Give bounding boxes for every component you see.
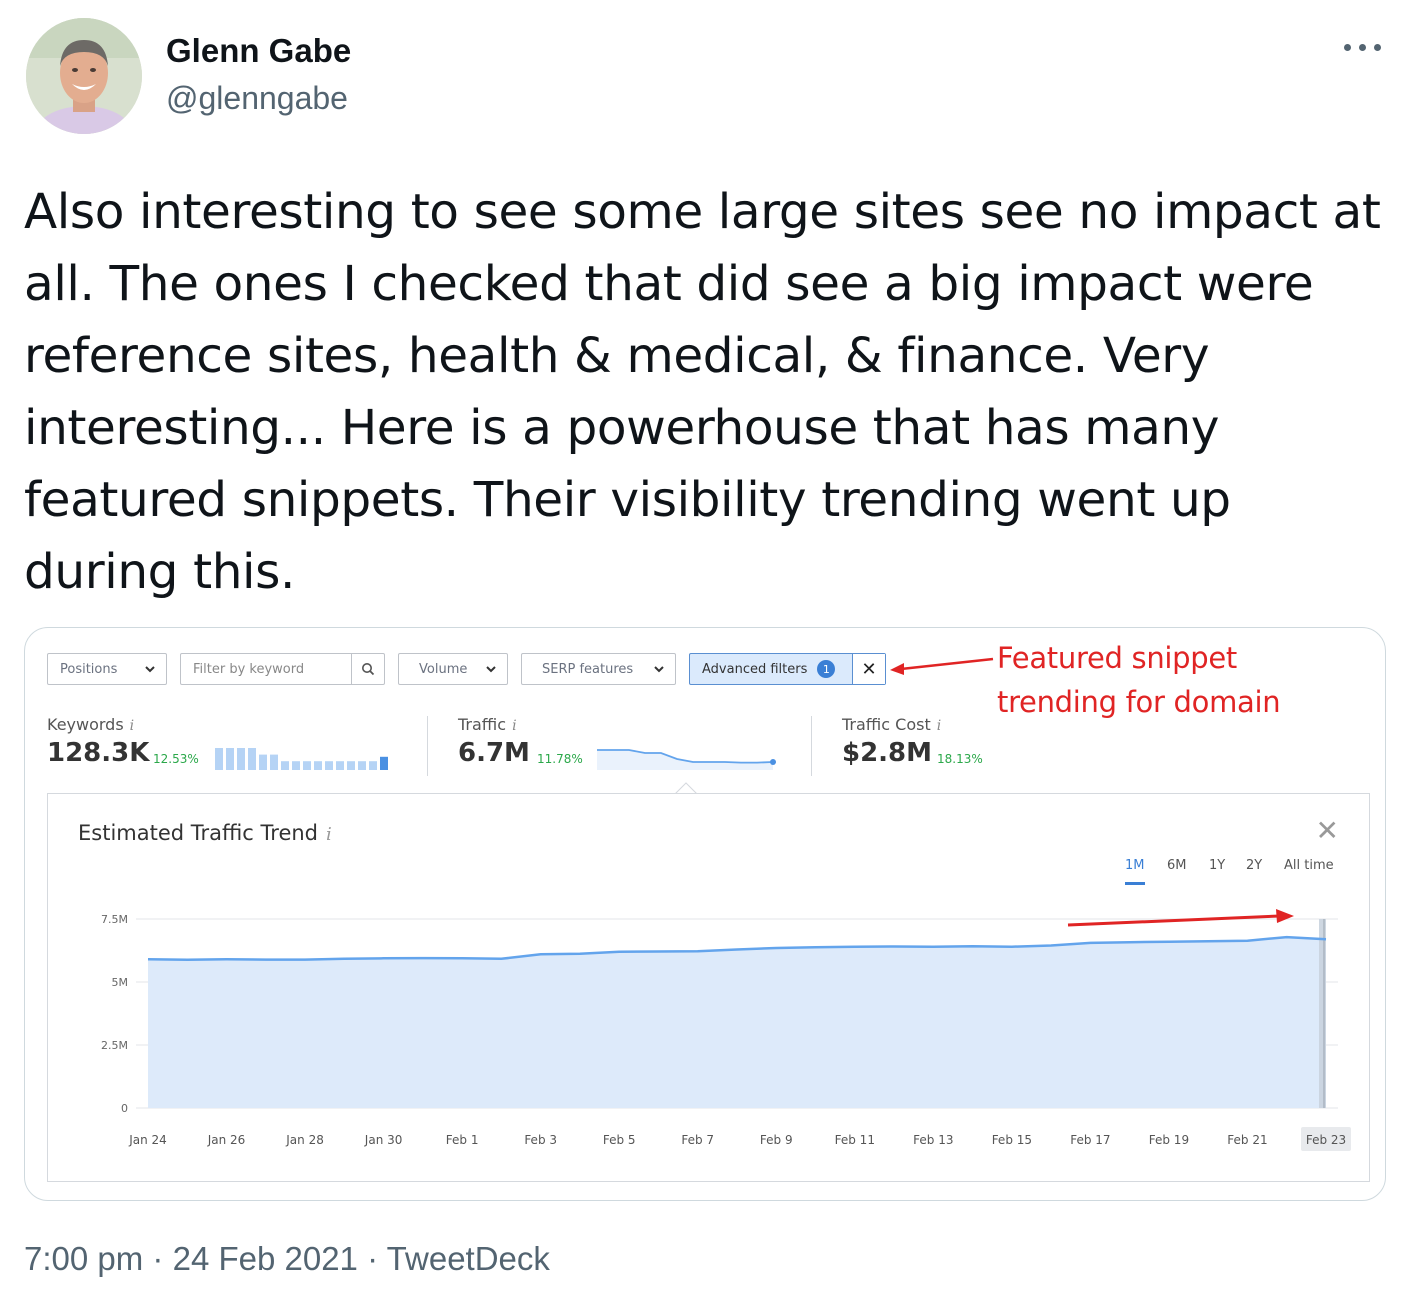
hover-band: [1319, 919, 1326, 1108]
tweet-time[interactable]: 7:00 pm: [24, 1240, 143, 1277]
chevron-down-icon: [654, 666, 664, 673]
trend-annotation-arrow: [1067, 914, 1281, 927]
x-tick-label: Jan 26: [207, 1133, 246, 1147]
keywords-spark-bar: [303, 761, 311, 770]
keywords-spark-bar: [380, 756, 388, 770]
x-tick-label: Feb 7: [681, 1133, 714, 1147]
author-name[interactable]: Glenn Gabe: [166, 32, 351, 70]
x-tick-label: Feb 15: [992, 1133, 1032, 1147]
keywords-value: 128.3K: [47, 738, 150, 768]
traffic-trend-panel: Estimated Traffic Trend i ✕ 1M 6M 1Y 2Y A…: [47, 793, 1370, 1182]
keywords-metric-label: Keywords i: [47, 715, 135, 734]
traffic-area: [148, 937, 1326, 1108]
clear-filter-close-icon[interactable]: ✕: [852, 654, 885, 684]
keywords-spark-bar: [336, 761, 344, 770]
keywords-spark-bar: [314, 761, 322, 770]
traffic-sparkline: [597, 749, 776, 770]
keywords-spark-bar: [237, 748, 245, 770]
more-options-icon[interactable]: [1344, 36, 1384, 60]
info-icon[interactable]: i: [512, 718, 516, 734]
keywords-spark-bar: [215, 748, 223, 770]
positions-label: Positions: [60, 661, 118, 677]
annotation-text: Featured snippet trending for domain: [997, 636, 1281, 724]
keywords-spark-bar: [259, 754, 267, 770]
serp-features-label: SERP features: [542, 661, 634, 677]
search-icon[interactable]: [351, 654, 384, 684]
keywords-spark-bar: [292, 761, 300, 770]
info-icon[interactable]: i: [130, 718, 134, 734]
meta-separator: ·: [152, 1240, 164, 1277]
x-tick-label: Feb 23: [1306, 1133, 1346, 1147]
keywords-spark-bar: [281, 761, 289, 770]
y-tick-label: 7.5M: [101, 913, 128, 926]
tweet-text: Also interesting to see some large sites…: [24, 184, 1381, 600]
divider: [811, 716, 812, 776]
keywords-sparkline: [215, 748, 388, 770]
x-tick-label: Feb 11: [835, 1133, 875, 1147]
avatar-photo: [26, 18, 142, 134]
x-tick-label: Feb 9: [760, 1133, 793, 1147]
y-tick-label: 2.5M: [101, 1039, 128, 1052]
x-tick-label: Feb 19: [1149, 1133, 1189, 1147]
x-tick-label: Feb 13: [913, 1133, 953, 1147]
y-tick-label: 5M: [112, 976, 129, 989]
keywords-spark-bar: [270, 754, 278, 770]
tweet-media-screenshot[interactable]: Positions Filter by keyword Volume SERP …: [24, 627, 1386, 1201]
positions-dropdown[interactable]: Positions: [47, 653, 167, 685]
tweet-timestamp: 7:00 pm · 24 Feb 2021 · TweetDeck: [24, 1240, 550, 1278]
keywords-spark-bar: [325, 761, 333, 770]
meta-separator: ·: [367, 1240, 379, 1277]
x-tick-label: Jan 30: [364, 1133, 403, 1147]
volume-label: Volume: [419, 661, 468, 677]
traffic-cost-value: $2.8M: [842, 738, 933, 768]
keywords-spark-bar: [248, 748, 256, 770]
x-tick-label: Jan 28: [285, 1133, 324, 1147]
volume-dropdown[interactable]: Volume: [398, 653, 508, 685]
x-tick-label: Feb 1: [446, 1133, 479, 1147]
y-tick-label: 0: [121, 1102, 128, 1115]
chevron-down-icon: [145, 666, 155, 673]
divider: [427, 716, 428, 776]
x-tick-label: Feb 17: [1070, 1133, 1110, 1147]
keywords-spark-bar: [347, 761, 355, 770]
keyword-filter-input[interactable]: Filter by keyword: [180, 653, 385, 685]
keywords-spark-bar: [369, 761, 377, 770]
traffic-cost-change: 18.13%: [937, 752, 983, 766]
keywords-change: 12.53%: [153, 752, 199, 766]
traffic-value: 6.7M: [458, 738, 530, 768]
annotation-line-1: Featured snippet: [997, 641, 1237, 675]
x-tick-label: Feb 21: [1227, 1133, 1267, 1147]
serp-features-dropdown[interactable]: SERP features: [521, 653, 676, 685]
chevron-down-icon: [486, 666, 496, 673]
advanced-filters-count-badge: 1: [817, 660, 836, 678]
keyword-filter-placeholder: Filter by keyword: [193, 661, 305, 677]
info-icon[interactable]: i: [937, 718, 941, 734]
keywords-spark-bar: [226, 748, 234, 770]
x-tick-label: Jan 24: [128, 1133, 167, 1147]
tweet-client[interactable]: TweetDeck: [387, 1240, 550, 1277]
author-handle[interactable]: @glenngabe: [166, 80, 348, 117]
x-tick-label: Feb 3: [524, 1133, 557, 1147]
traffic-metric-label: Traffic i: [458, 715, 517, 734]
tweet-date[interactable]: 24 Feb 2021: [173, 1240, 358, 1277]
annotation-arrow-icon: [890, 657, 994, 675]
traffic-cost-metric-label: Traffic Cost i: [842, 715, 942, 734]
traffic-spark-end-point: [770, 759, 776, 765]
avatar[interactable]: [26, 18, 142, 134]
traffic-change: 11.78%: [537, 752, 583, 766]
annotation-line-2: trending for domain: [997, 685, 1281, 719]
keywords-spark-bar: [358, 761, 366, 770]
trend-annotation-arrowhead: [1276, 909, 1294, 923]
advanced-filters-label: Advanced filters: [702, 661, 808, 677]
traffic-trend-chart[interactable]: 0 2.5M 5M 7.5M Jan 24 Jan 26 Jan 28 Jan 30 Feb 1…: [48, 794, 1369, 1181]
x-tick-label: Feb 5: [603, 1133, 636, 1147]
advanced-filters-button[interactable]: Advanced filters 1 ✕: [689, 653, 886, 685]
